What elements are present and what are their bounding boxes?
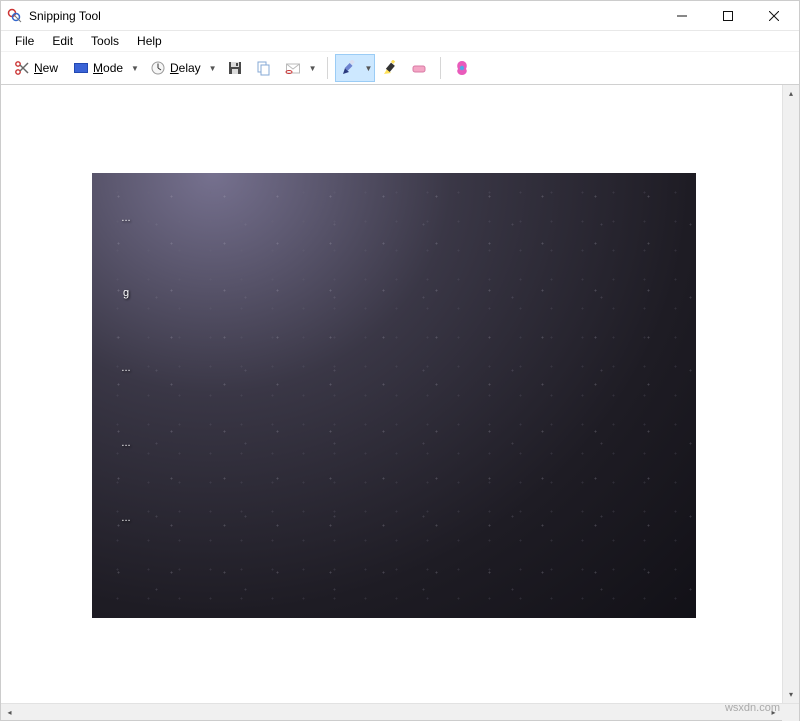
minimize-icon (677, 11, 687, 21)
menu-file[interactable]: File (7, 32, 42, 50)
scissors-icon (14, 60, 30, 76)
watermark: wsxdn.com (725, 702, 780, 714)
copy-button[interactable] (250, 54, 278, 82)
dropdown-arrow-icon: ▼ (365, 64, 373, 73)
maximize-icon (723, 11, 733, 21)
scroll-left-arrow-icon[interactable]: ◂ (1, 704, 18, 721)
scroll-up-arrow-icon[interactable]: ▴ (783, 85, 800, 102)
mode-button-label: Mode (93, 61, 123, 75)
app-icon (7, 8, 23, 24)
toolbar: New Mode ▼ Delay ▼ (1, 51, 799, 85)
maximize-button[interactable] (705, 1, 751, 31)
dropdown-arrow-icon: ▼ (309, 64, 317, 73)
desktop-icon-fragment: ... (92, 473, 160, 528)
titlebar: Snipping Tool (1, 1, 799, 31)
dropdown-arrow-icon: ▼ (131, 64, 139, 73)
desktop-col-0-fragments: ... g ... ... ... (92, 173, 160, 528)
delay-button-label: Delay (170, 61, 201, 75)
close-icon (769, 11, 779, 21)
highlighter-button[interactable] (376, 54, 404, 82)
desktop-icon-fragment: ... (92, 323, 160, 378)
new-button[interactable]: New (7, 54, 65, 82)
title-text: Snipping Tool (29, 9, 659, 23)
menu-help[interactable]: Help (129, 32, 170, 50)
scroll-corner (782, 704, 799, 721)
horizontal-scrollbar[interactable]: ◂ ▸ (1, 703, 799, 720)
mail-icon (285, 60, 301, 76)
menu-edit[interactable]: Edit (44, 32, 81, 50)
scroll-down-arrow-icon[interactable]: ▾ (783, 686, 800, 703)
copy-icon (256, 60, 272, 76)
paint3d-button[interactable] (448, 54, 476, 82)
vertical-scrollbar[interactable]: ▴ ▾ (782, 85, 799, 703)
save-icon (227, 60, 243, 76)
captured-image: ... g ... ... ... (92, 173, 696, 618)
desktop-icon-fragment: g (92, 248, 160, 303)
send-button[interactable]: ▼ (279, 54, 320, 82)
highlighter-icon (382, 60, 398, 76)
clock-icon (150, 60, 166, 76)
menu-tools[interactable]: Tools (83, 32, 127, 50)
toolbar-separator (440, 57, 441, 79)
pen-button[interactable]: ▼ (335, 54, 376, 82)
minimize-button[interactable] (659, 1, 705, 31)
pen-icon (341, 60, 357, 76)
eraser-icon (411, 60, 427, 76)
new-button-label: New (34, 61, 58, 75)
paint3d-icon (454, 60, 470, 76)
close-button[interactable] (751, 1, 797, 31)
mode-button[interactable]: Mode ▼ (66, 54, 142, 82)
menubar: File Edit Tools Help (1, 31, 799, 51)
dropdown-arrow-icon: ▼ (209, 64, 217, 73)
rectangle-icon (73, 60, 89, 76)
toolbar-separator (327, 57, 328, 79)
eraser-button[interactable] (405, 54, 433, 82)
save-button[interactable] (221, 54, 249, 82)
delay-button[interactable]: Delay ▼ (143, 54, 220, 82)
window-controls (659, 1, 797, 31)
desktop-icon-fragment: ... (92, 173, 160, 228)
desktop-icon-grid: ... g ... ... ... (92, 173, 696, 618)
desktop-icon-fragment: ... (92, 398, 160, 453)
